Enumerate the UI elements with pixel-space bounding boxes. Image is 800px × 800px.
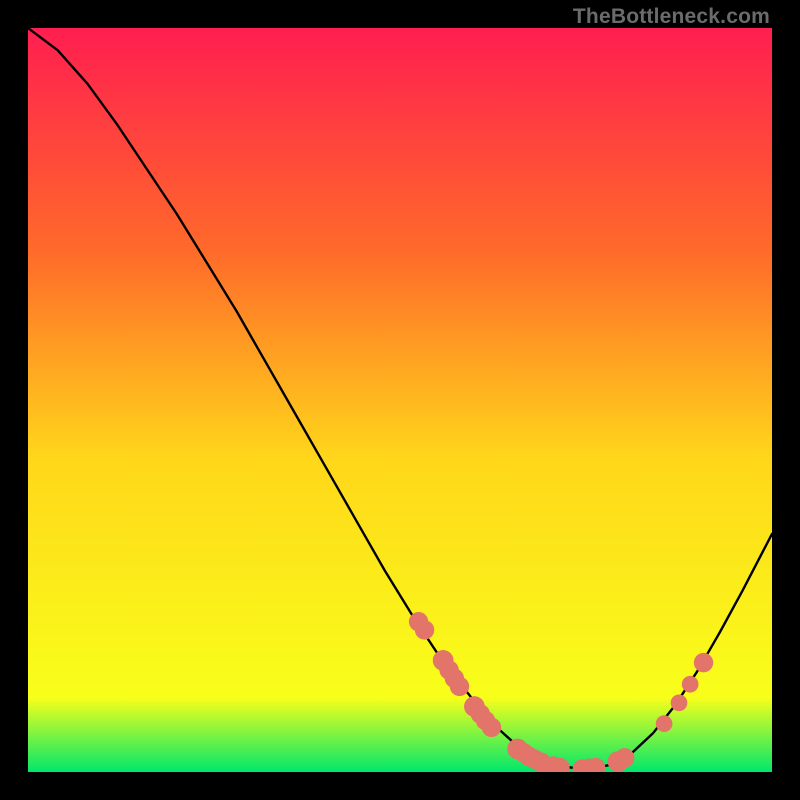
curve-marker <box>671 694 688 711</box>
curve-marker <box>682 676 699 693</box>
curve-marker <box>482 718 501 737</box>
curve-marker <box>656 715 673 732</box>
gradient-background <box>28 28 772 772</box>
curve-marker <box>694 653 713 672</box>
bottleneck-chart <box>28 28 772 772</box>
curve-marker <box>615 748 634 767</box>
attribution-text: TheBottleneck.com <box>573 5 770 29</box>
curve-marker <box>450 677 469 696</box>
curve-marker <box>415 620 434 639</box>
chart-frame <box>28 28 772 772</box>
